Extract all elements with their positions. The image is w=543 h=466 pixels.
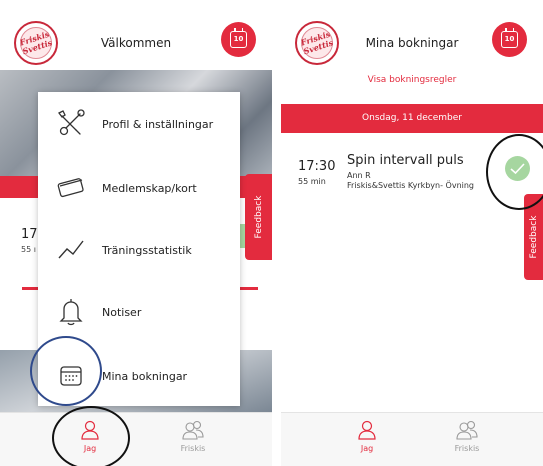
calendar-count: 10 <box>233 35 244 43</box>
tab-label: Jag <box>83 444 97 453</box>
calendar-icon: 10 <box>501 28 518 48</box>
statistics-graph-icon <box>58 240 84 259</box>
calendar-icon <box>60 366 82 386</box>
tab-label: Jag <box>360 444 374 453</box>
menu-item-label: Träningsstatistik <box>102 244 192 257</box>
checkmark-icon <box>510 163 525 175</box>
menu-item-statistics[interactable]: Träningsstatistik <box>38 218 240 280</box>
tab-bar: Jag Friskis <box>281 412 543 466</box>
booking-title: Spin intervall puls <box>347 153 464 168</box>
booking-location: Friskis&Svettis Kyrkbyn- Övning <box>347 181 475 190</box>
menu-item-label: Notiser <box>102 306 142 319</box>
feedback-tab[interactable]: Feedback <box>524 194 543 280</box>
menu-item-membership[interactable]: Medlemskap/kort <box>38 156 240 218</box>
booked-check-button[interactable] <box>505 156 530 181</box>
person-icon <box>81 420 99 440</box>
date-header: Onsdag, 11 december <box>281 104 543 133</box>
feedback-label: Feedback <box>253 195 264 239</box>
calendar-count: 10 <box>504 35 515 43</box>
tab-bar: Jag Friskis <box>0 412 272 466</box>
welcome-screen: Friskis Svettis Välkommen 10 17: 55 ı Fe… <box>0 0 272 466</box>
calendar-button[interactable]: 10 <box>492 22 527 57</box>
app-header: Friskis Svettis Mina bokningar 10 <box>281 0 543 78</box>
booking-rules-link[interactable]: Visa bokningsregler <box>281 75 543 85</box>
group-icon <box>456 420 478 440</box>
menu-item-label: Profil & inställningar <box>102 118 214 131</box>
tab-jag[interactable]: Jag <box>60 419 120 463</box>
person-icon <box>358 420 376 440</box>
menu-item-profile[interactable]: Profil & inställningar <box>38 92 240 154</box>
page-title: Mina bokningar <box>365 36 459 50</box>
menu-item-notifications[interactable]: Notiser <box>38 280 240 342</box>
bookings-screen: Friskis Svettis Mina bokningar 10 Visa b… <box>281 0 543 466</box>
booking-duration: 55 min <box>298 177 326 186</box>
wrench-screwdriver-icon <box>58 109 85 136</box>
friskis-logo[interactable]: Friskis Svettis <box>14 21 58 65</box>
booking-duration: 55 ı <box>21 245 36 254</box>
booking-time: 17:30 <box>298 159 336 174</box>
tab-label: Friskis <box>454 444 480 453</box>
menu-item-label: Medlemskap/kort <box>102 182 197 195</box>
calendar-icon: 10 <box>230 28 247 48</box>
friskis-logo[interactable]: Friskis Svettis <box>295 21 339 65</box>
membership-card-icon <box>57 178 84 198</box>
tab-label: Friskis <box>180 444 206 453</box>
tab-friskis[interactable]: Friskis <box>163 419 223 463</box>
bell-icon <box>59 299 83 326</box>
page-title: Välkommen <box>100 36 172 50</box>
app-comparison: Friskis Svettis Välkommen 10 17: 55 ı Fe… <box>0 0 543 466</box>
feedback-tab[interactable]: Feedback <box>245 174 272 260</box>
tab-jag[interactable]: Jag <box>337 419 397 463</box>
feedback-label: Feedback <box>528 215 539 259</box>
menu-item-bookings[interactable]: Mina bokningar <box>38 344 240 406</box>
tab-friskis[interactable]: Friskis <box>437 419 497 463</box>
app-header: Friskis Svettis Välkommen 10 <box>0 0 272 78</box>
logo-text: Friskis Svettis <box>18 28 54 57</box>
menu-item-label: Mina bokningar <box>102 370 188 383</box>
logo-text: Friskis Svettis <box>299 28 335 57</box>
booking-instructor: Ann R <box>347 171 371 180</box>
group-icon <box>182 420 204 440</box>
user-menu: Profil & inställningar Medlemskap/kort T… <box>38 92 240 406</box>
calendar-button[interactable]: 10 <box>221 22 256 57</box>
